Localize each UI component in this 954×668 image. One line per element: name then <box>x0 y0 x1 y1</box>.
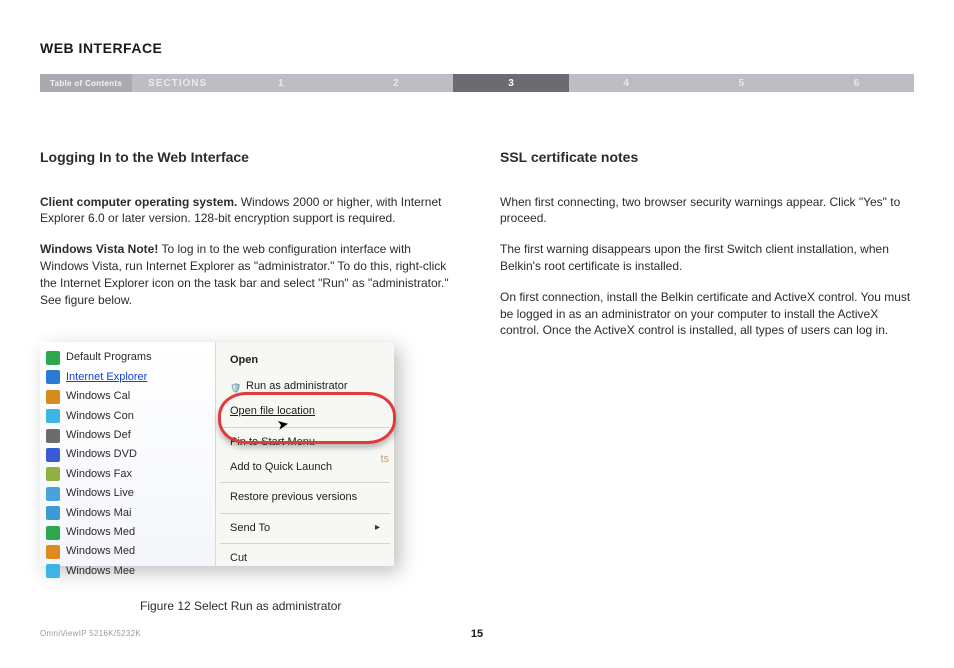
ctx-run-admin-label: Run as administrator <box>246 380 348 392</box>
nav-section-1[interactable]: 1 <box>223 74 338 92</box>
program-icon <box>46 370 60 384</box>
start-item-label: Windows Mai <box>66 506 131 521</box>
nav-toc[interactable]: Table of Contents <box>40 74 132 92</box>
ctx-separator <box>220 427 390 428</box>
start-item[interactable]: Windows Live <box>40 484 215 503</box>
paragraph-vista-note: Windows Vista Note! To log in to the web… <box>40 241 454 308</box>
start-item-label: Windows DVD <box>66 447 137 462</box>
ssl-para-3: On first connection, install the Belkin … <box>500 289 914 339</box>
page-title: WEB INTERFACE <box>40 40 914 56</box>
program-icon <box>46 390 60 404</box>
figure-caption: Figure 12 Select Run as administrator <box>140 598 454 615</box>
start-item-label: Windows Def <box>66 428 131 443</box>
submenu-arrow-icon: ▸ <box>375 521 380 535</box>
start-item-label: Windows Mee <box>66 564 135 579</box>
ctx-open-location[interactable]: Open file location <box>216 399 394 424</box>
context-menu: Open 🛡️Run as administrator Open file lo… <box>216 342 394 566</box>
start-item[interactable]: Windows Fax <box>40 465 215 484</box>
ctx-separator <box>220 543 390 544</box>
ctx-open[interactable]: Open <box>216 348 394 373</box>
program-icon <box>46 564 60 578</box>
start-item-label: Windows Fax <box>66 467 132 482</box>
program-icon <box>46 526 60 540</box>
right-heading: SSL certificate notes <box>500 148 914 168</box>
right-column: SSL certificate notes When first connect… <box>500 148 914 615</box>
start-item-label: Windows Live <box>66 486 134 501</box>
left-column: Logging In to the Web Interface Client c… <box>40 148 454 615</box>
ctx-send-to[interactable]: Send To ▸ <box>216 516 394 541</box>
program-icon <box>46 506 60 520</box>
figure-12: Default Programs Internet Explorer Windows… <box>40 342 394 566</box>
start-item[interactable]: Windows Mai <box>40 504 215 523</box>
program-icon <box>46 429 60 443</box>
nav-section-5[interactable]: 5 <box>684 74 799 92</box>
start-item[interactable]: Windows DVD <box>40 445 215 464</box>
nav-sections-label: SECTIONS <box>132 74 223 92</box>
ctx-separator <box>220 513 390 514</box>
page-number: 15 <box>471 628 483 640</box>
start-item-label: Windows Con <box>66 409 134 424</box>
start-item[interactable]: Windows Med <box>40 523 215 542</box>
ctx-send-to-label: Send To <box>230 522 270 534</box>
screenshot-window: Default Programs Internet Explorer Windows… <box>40 342 394 566</box>
nav-section-6[interactable]: 6 <box>799 74 914 92</box>
start-item[interactable]: Default Programs <box>40 348 215 367</box>
ctx-quick-launch[interactable]: Add to Quick Launch <box>216 455 394 480</box>
ssl-para-1: When first connecting, two browser secur… <box>500 194 914 228</box>
program-icon <box>46 409 60 423</box>
nav-section-3[interactable]: 3 <box>453 74 568 92</box>
program-icon <box>46 545 60 559</box>
ctx-separator <box>220 482 390 483</box>
start-item-label: Default Programs <box>66 350 152 365</box>
start-item[interactable]: Windows Cal <box>40 387 215 406</box>
nav-section-4[interactable]: 4 <box>569 74 684 92</box>
paragraph-client-os: Client computer operating system. Window… <box>40 194 454 228</box>
ssl-para-2: The first warning disappears upon the fi… <box>500 241 914 275</box>
start-item-label: Internet Explorer <box>66 370 147 385</box>
program-icon <box>46 487 60 501</box>
start-item[interactable]: Internet Explorer <box>40 368 215 387</box>
bold-lead: Windows Vista Note! <box>40 242 158 256</box>
obscured-text: ts <box>380 452 389 467</box>
bold-lead: Client computer operating system. <box>40 195 237 209</box>
ctx-cut[interactable]: Cut <box>216 546 394 571</box>
ctx-restore[interactable]: Restore previous versions <box>216 485 394 510</box>
start-item[interactable]: Windows Def <box>40 426 215 445</box>
start-item[interactable]: Windows Med <box>40 542 215 561</box>
program-icon <box>46 467 60 481</box>
program-icon <box>46 448 60 462</box>
start-item-label: Windows Med <box>66 525 135 540</box>
start-item[interactable]: Windows Con <box>40 407 215 426</box>
page-footer: OmniViewIP 5216K/5232K 15 <box>40 629 914 638</box>
start-item[interactable]: Windows Mee <box>40 562 215 581</box>
footer-model: OmniViewIP 5216K/5232K <box>40 629 141 638</box>
nav-section-2[interactable]: 2 <box>338 74 453 92</box>
start-item-label: Windows Cal <box>66 389 130 404</box>
ctx-run-admin[interactable]: 🛡️Run as administrator <box>216 374 394 399</box>
section-nav: Table of Contents SECTIONS 123456 <box>40 74 914 92</box>
start-item-label: Windows Med <box>66 544 135 559</box>
start-menu-list: Default Programs Internet Explorer Windows… <box>40 342 216 566</box>
left-heading: Logging In to the Web Interface <box>40 148 454 168</box>
program-icon <box>46 351 60 365</box>
ctx-pin[interactable]: Pin to Start Menu <box>216 430 394 455</box>
